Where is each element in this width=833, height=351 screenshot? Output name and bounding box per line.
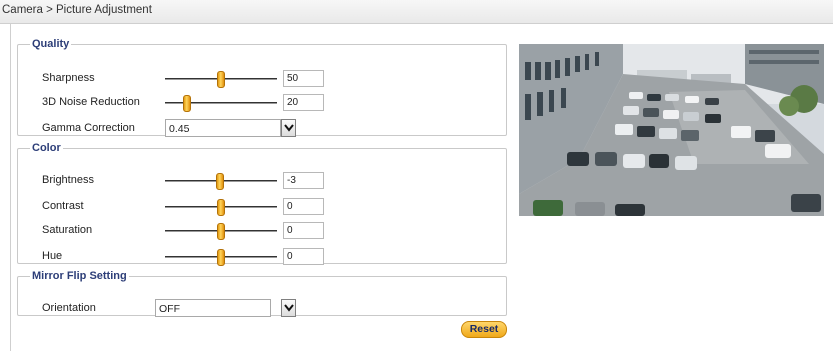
sharpness-row: Sharpness 50	[18, 70, 498, 88]
hue-slider[interactable]	[165, 249, 277, 266]
hue-slider-thumb[interactable]	[217, 249, 225, 266]
main-panel: Quality Sharpness 50 3D Noise Reduction …	[10, 24, 833, 351]
contrast-label: Contrast	[42, 200, 84, 212]
brightness-slider[interactable]	[165, 173, 277, 190]
noise-reduction-slider[interactable]	[165, 95, 277, 112]
reset-button[interactable]: Reset	[461, 321, 507, 338]
hue-value-input[interactable]: 0	[283, 248, 324, 265]
noise-reduction-slider-thumb[interactable]	[183, 95, 192, 112]
noise-reduction-row: 3D Noise Reduction 20	[18, 94, 498, 112]
brightness-value-input[interactable]: -3	[283, 172, 324, 189]
saturation-label: Saturation	[42, 224, 93, 236]
noise-reduction-value-input[interactable]: 20	[283, 94, 324, 111]
orientation-row: Orientation OFF	[18, 299, 498, 318]
sharpness-slider[interactable]	[165, 71, 277, 88]
chevron-down-icon	[284, 304, 294, 312]
gamma-dropdown-button[interactable]	[281, 119, 296, 137]
hue-label: Hue	[42, 250, 63, 262]
sharpness-label: Sharpness	[42, 72, 95, 84]
saturation-slider-thumb[interactable]	[217, 223, 225, 240]
color-group: Color Brightness -3 Contrast 0 Saturatio…	[17, 142, 507, 266]
gamma-label: Gamma Correction	[42, 122, 135, 134]
chevron-down-icon	[284, 124, 294, 132]
mirror-flip-legend: Mirror Flip Setting	[32, 270, 127, 282]
contrast-slider[interactable]	[165, 199, 277, 216]
breadcrumb: Camera > Picture Adjustment	[2, 4, 152, 16]
noise-reduction-label: 3D Noise Reduction	[42, 96, 140, 108]
color-legend: Color	[32, 142, 61, 154]
contrast-row: Contrast 0	[18, 198, 498, 216]
brightness-slider-thumb[interactable]	[215, 173, 224, 190]
orientation-dropdown-button[interactable]	[281, 299, 296, 317]
orientation-select[interactable]: OFF	[155, 299, 271, 317]
saturation-value-input[interactable]: 0	[283, 222, 324, 239]
orientation-label: Orientation	[42, 302, 96, 314]
saturation-row: Saturation 0	[18, 222, 498, 240]
sharpness-value-input[interactable]: 50	[283, 70, 324, 87]
mirror-flip-group: Mirror Flip Setting Orientation OFF	[17, 270, 507, 318]
brightness-label: Brightness	[42, 174, 94, 186]
brightness-row: Brightness -3	[18, 172, 498, 190]
saturation-slider[interactable]	[165, 223, 277, 240]
gamma-row: Gamma Correction 0.45	[18, 119, 498, 138]
quality-legend: Quality	[32, 38, 70, 50]
hue-row: Hue 0	[18, 248, 498, 266]
camera-preview	[519, 44, 824, 216]
camera-preview-image	[519, 44, 824, 216]
quality-group: Quality Sharpness 50 3D Noise Reduction …	[17, 38, 507, 138]
gamma-select[interactable]: 0.45	[165, 119, 281, 137]
contrast-slider-thumb[interactable]	[217, 199, 225, 216]
title-bar: Camera > Picture Adjustment	[0, 0, 833, 24]
sharpness-slider-thumb[interactable]	[217, 71, 225, 88]
contrast-value-input[interactable]: 0	[283, 198, 324, 215]
